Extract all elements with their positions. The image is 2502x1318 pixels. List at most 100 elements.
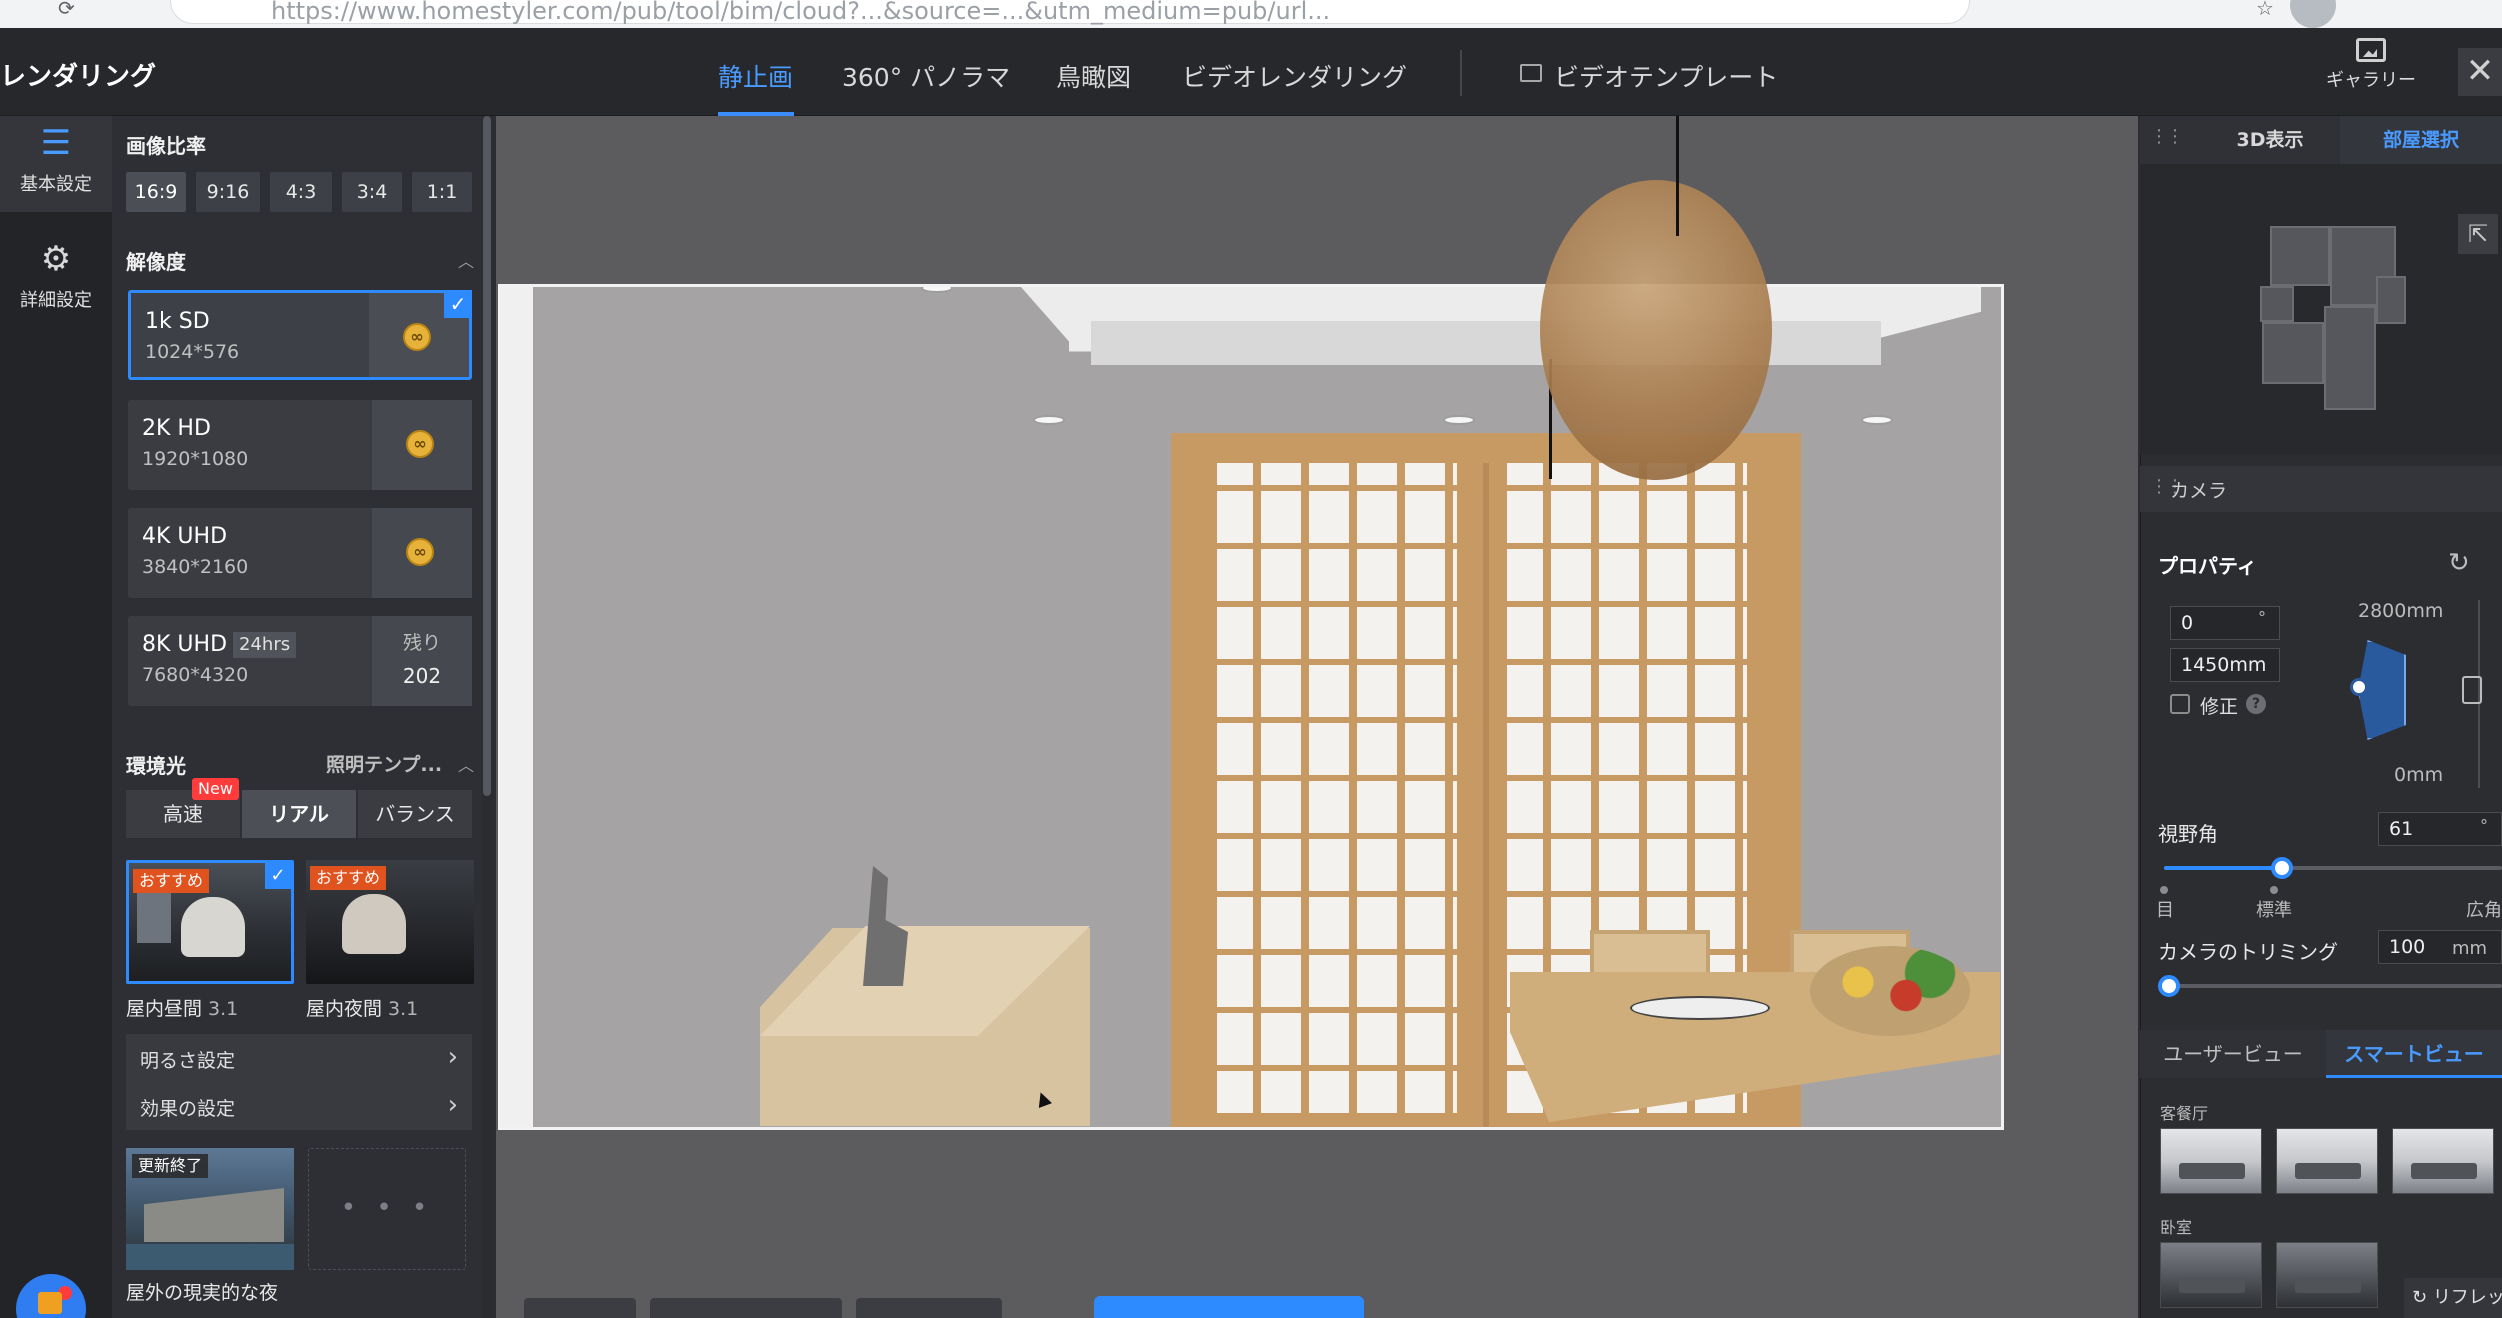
- downlight: [1861, 415, 1893, 425]
- render-button[interactable]: [1094, 1296, 1364, 1318]
- view-mode-tabs: ⋮⋮ 3D表示 部屋選択: [2140, 116, 2502, 164]
- bottom-tool-button[interactable]: [524, 1298, 636, 1318]
- resolution-dims: 1024*576: [145, 341, 240, 363]
- ratio-9-16[interactable]: 9:16: [196, 172, 260, 212]
- resolution-name-text: 8K UHD: [142, 632, 228, 657]
- selected-check-icon: ✓: [265, 863, 291, 889]
- floor-plan-minimap[interactable]: [2140, 164, 2502, 454]
- trim-slider-track[interactable]: [2164, 984, 2502, 988]
- resolution-option-1k[interactable]: 1k SD 1024*576 ∞ ✓: [128, 290, 472, 380]
- camera-height-input[interactable]: 1450mm: [2170, 648, 2280, 682]
- resolution-title: 解像度: [126, 250, 186, 274]
- tab-video-template[interactable]: ビデオテンプレート: [1554, 58, 1778, 94]
- preset-name: 屋内昼間: [126, 998, 203, 1020]
- tab-still-image[interactable]: 静止画: [718, 58, 793, 94]
- more-presets-button[interactable]: • • •: [308, 1148, 466, 1270]
- preset-indoor-day[interactable]: おすすめ ✓: [126, 860, 294, 984]
- smart-view-thumbnail[interactable]: [2160, 1242, 2262, 1308]
- camera-rotate-knob[interactable]: [2350, 678, 2368, 696]
- resolution-option-8k[interactable]: 8K UHD 24hrs 7680*4320 残り 202: [128, 616, 472, 706]
- outdoor-preset-name: 屋外の現実的な夜: [126, 1282, 279, 1304]
- profile-avatar[interactable]: [2290, 0, 2336, 28]
- resolution-option-2k[interactable]: 2K HD 1920*1080 ∞: [128, 400, 472, 490]
- effect-setting-row[interactable]: 効果の設定 ›: [126, 1082, 472, 1130]
- help-icon[interactable]: ?: [2246, 694, 2266, 714]
- expand-map-icon[interactable]: ⇱: [2458, 214, 2498, 254]
- bookmark-icon[interactable]: ☆: [2256, 0, 2282, 18]
- update-ended-tag: 更新終了: [132, 1154, 209, 1178]
- category-living-dining: 客餐厅: [2160, 1104, 2209, 1123]
- reload-icon[interactable]: ⟳: [58, 0, 84, 18]
- refresh-icon: ↻: [2412, 1287, 2433, 1308]
- door-divider: [1483, 463, 1489, 1127]
- rail-item-basic[interactable]: ☰ 基本設定: [0, 116, 112, 212]
- correction-checkbox[interactable]: [2170, 694, 2190, 714]
- refresh-button[interactable]: ↻ リフレッシュ: [2404, 1278, 2502, 1318]
- tab-video-rendering[interactable]: ビデオレンダリング: [1182, 58, 1407, 94]
- category-bedroom: 卧室: [2160, 1218, 2193, 1237]
- tab-3d-view[interactable]: 3D表示: [2200, 116, 2340, 164]
- downlight: [921, 287, 953, 293]
- resolution-name: 4K UHD: [142, 524, 228, 549]
- gallery-button[interactable]: ギャラリー: [2316, 38, 2426, 102]
- smart-view-thumbnail[interactable]: [2160, 1128, 2262, 1194]
- fruit-bowl: [1810, 946, 1970, 1036]
- fov-slider-knob[interactable]: [2271, 857, 2293, 879]
- height-slider-handle[interactable]: [2462, 676, 2482, 704]
- settings-scroll-thumb[interactable]: [483, 116, 491, 796]
- smart-view-thumbnail[interactable]: [2276, 1242, 2378, 1308]
- ratio-16-9[interactable]: 16:9: [126, 172, 186, 212]
- rail-item-advanced[interactable]: ⚙ 詳細設定: [0, 232, 112, 332]
- wall-edge: [501, 287, 533, 1127]
- plate: [1630, 996, 1770, 1020]
- minimap-room[interactable]: [2260, 286, 2294, 322]
- mode-balance[interactable]: バランス: [358, 790, 472, 838]
- collapse-chevron-icon[interactable]: ︿: [458, 248, 474, 272]
- tab-birds-eye[interactable]: 鳥瞰図: [1056, 58, 1131, 94]
- mode-real[interactable]: リアル: [242, 790, 356, 838]
- reset-icon[interactable]: ↻: [2448, 548, 2470, 578]
- trim-slider-knob[interactable]: [2158, 975, 2180, 997]
- resolution-dims: 3840*2160: [142, 556, 249, 578]
- recommend-tag: おすすめ: [133, 869, 210, 893]
- ratio-4-3[interactable]: 4:3: [270, 172, 332, 212]
- bottom-tool-button[interactable]: [856, 1298, 1002, 1318]
- preview-house: [144, 1188, 284, 1242]
- monitor-icon: [1520, 64, 1542, 82]
- brightness-setting-row[interactable]: 明るさ設定 ›: [126, 1034, 472, 1082]
- chevron-right-icon: ›: [447, 1042, 458, 1072]
- pendant-lamp: [1540, 180, 1772, 480]
- drag-handle-icon[interactable]: ⋮⋮: [2150, 126, 2184, 147]
- smart-view-thumbnail[interactable]: [2392, 1128, 2494, 1194]
- coin-icon: ∞: [403, 323, 431, 351]
- cost-area: ∞: [372, 400, 472, 490]
- ratio-1-1[interactable]: 1:1: [412, 172, 472, 212]
- fov-tick: [2270, 886, 2278, 894]
- tab-panorama[interactable]: 360° パノラマ: [842, 58, 1010, 94]
- notification-dot: [58, 1286, 72, 1300]
- bottom-tool-button[interactable]: [650, 1298, 842, 1318]
- tab-user-view[interactable]: ユーザービュー: [2140, 1030, 2326, 1078]
- properties-title: プロパティ: [2158, 554, 2257, 578]
- minimap-room[interactable]: [2324, 306, 2376, 410]
- resolution-option-4k[interactable]: 4K UHD 3840*2160 ∞: [128, 508, 472, 598]
- resolution-dims: 1920*1080: [142, 448, 249, 470]
- ratio-3-4[interactable]: 3:4: [342, 172, 402, 212]
- settings-rail: ☰ 基本設定 ⚙ 詳細設定: [0, 116, 112, 1318]
- lighting-template-link[interactable]: 照明テンプ...: [326, 750, 442, 777]
- gallery-label: ギャラリー: [2326, 70, 2416, 91]
- coin-icon: ∞: [406, 430, 434, 458]
- smart-view-thumbnail[interactable]: [2276, 1128, 2378, 1194]
- address-bar[interactable]: https://www.homestyler.com/pub/tool/bim/…: [170, 0, 1970, 25]
- close-button[interactable]: ✕: [2458, 48, 2502, 96]
- remaining-area: 残り 202: [372, 616, 472, 706]
- minimap-room[interactable]: [2262, 322, 2324, 384]
- preset-outdoor-night[interactable]: 更新終了: [126, 1148, 294, 1270]
- camera-title: カメラ: [2170, 480, 2228, 502]
- tab-smart-view[interactable]: スマートビュー: [2326, 1030, 2502, 1078]
- collapse-chevron-icon[interactable]: ︿: [458, 752, 474, 776]
- tab-room-select[interactable]: 部屋選択: [2340, 116, 2502, 164]
- minimap-room[interactable]: [2376, 276, 2406, 324]
- preset-indoor-night[interactable]: おすすめ: [306, 860, 474, 984]
- minimap-room[interactable]: [2270, 226, 2330, 286]
